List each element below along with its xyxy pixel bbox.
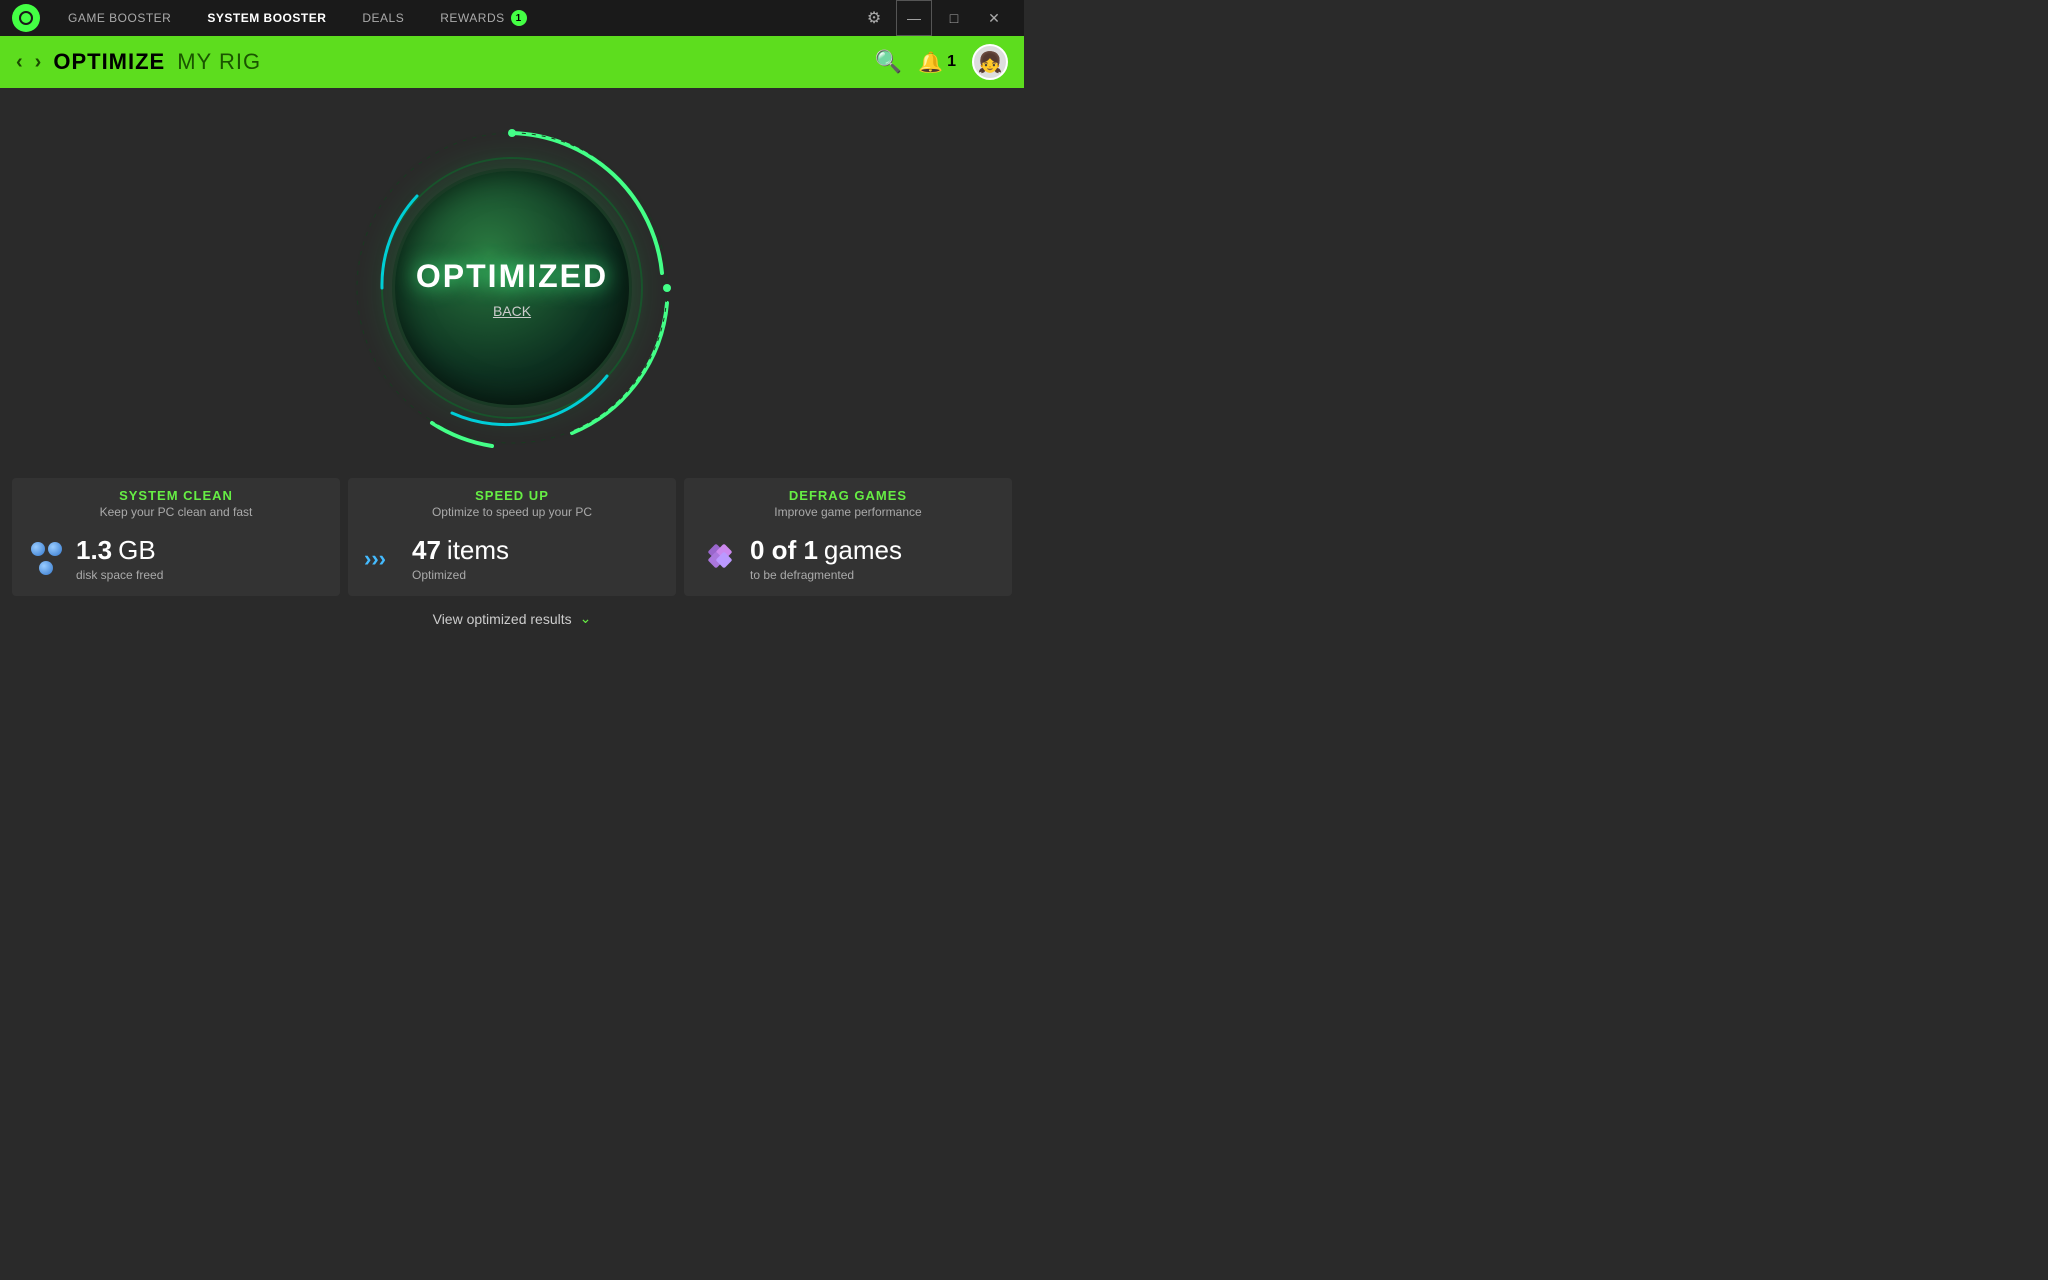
defrag-value: 0 of 1 — [750, 535, 818, 566]
speed-up-title: SPEED UP — [364, 488, 660, 503]
forward-nav-arrow[interactable]: › — [35, 51, 42, 74]
circle-dot-3 — [39, 561, 53, 575]
tab-system-booster[interactable]: SYSTEM BOOSTER — [199, 7, 334, 29]
system-clean-title: SYSTEM CLEAN — [28, 488, 324, 503]
defrag-value-area: 0 of 1 games to be defragmented — [750, 535, 902, 582]
arrows-icon: › › › — [364, 546, 400, 572]
logo-inner-circle — [19, 11, 33, 25]
stat-card-system-clean: SYSTEM CLEAN Keep your PC clean and fast — [12, 478, 340, 596]
stat-card-speed-up-header: SPEED UP Optimize to speed up your PC — [348, 478, 676, 525]
notification-count: 1 — [947, 53, 956, 71]
stat-card-system-clean-header: SYSTEM CLEAN Keep your PC clean and fast — [12, 478, 340, 525]
speed-up-value: 47 — [412, 535, 441, 566]
arrow-3: › — [379, 546, 386, 572]
system-clean-subtitle: Keep your PC clean and fast — [28, 505, 324, 519]
speed-up-subtitle: Optimize to speed up your PC — [364, 505, 660, 519]
stats-cards: SYSTEM CLEAN Keep your PC clean and fast — [12, 478, 1012, 596]
view-results-button[interactable]: View optimized results ⌄ — [12, 600, 1012, 637]
main-content: OPTIMIZED BACK SYSTEM CLEAN Keep your PC… — [0, 88, 1024, 640]
arrow-2: › — [371, 546, 378, 572]
avatar[interactable]: 👧 — [972, 44, 1008, 80]
speed-up-value-area: 47 items Optimized — [412, 535, 509, 582]
back-nav-arrow[interactable]: ‹ — [16, 51, 23, 74]
search-icon[interactable]: 🔍 — [875, 49, 902, 75]
stat-card-speed-up-body: › › › 47 items Optimized — [348, 525, 676, 596]
defrag-title: DEFRAG GAMES — [700, 488, 996, 503]
window-controls: ⚙ — □ ✕ — [856, 0, 1012, 36]
speed-up-desc: Optimized — [412, 568, 509, 582]
view-results-chevron-icon: ⌄ — [580, 610, 592, 627]
restore-button[interactable]: □ — [936, 0, 972, 36]
tab-rewards[interactable]: REWARDS 1 — [432, 6, 534, 30]
arrow-1: › — [364, 546, 371, 572]
back-link[interactable]: BACK — [493, 303, 531, 319]
breadcrumb-optimize: OPTIMIZE — [53, 49, 165, 75]
sub-header-right: 🔍 🔔 1 👧 — [875, 44, 1008, 80]
defrag-subtitle: Improve game performance — [700, 505, 996, 519]
system-clean-value-area: 1.3 GB disk space freed — [76, 535, 163, 582]
sub-header-left: ‹ › OPTIMIZE MY RIG — [16, 49, 261, 75]
breadcrumb-my-rig: MY RIG — [177, 49, 261, 75]
diamond-icon — [700, 536, 738, 581]
system-clean-value: 1.3 — [76, 535, 112, 566]
center-circle[interactable]: OPTIMIZED BACK — [392, 168, 632, 408]
sub-header: ‹ › OPTIMIZE MY RIG 🔍 🔔 1 👧 — [0, 36, 1024, 88]
circles-icon — [28, 541, 64, 577]
defrag-desc: to be defragmented — [750, 568, 902, 582]
view-results-label: View optimized results — [433, 611, 572, 627]
system-clean-unit: GB — [118, 535, 156, 566]
speed-up-unit: items — [447, 535, 509, 566]
optimized-label: OPTIMIZED — [416, 258, 608, 295]
circle-dot-2 — [48, 542, 62, 556]
close-button[interactable]: ✕ — [976, 0, 1012, 36]
stat-card-system-clean-body: 1.3 GB disk space freed — [12, 525, 340, 596]
stat-card-defrag-header: DEFRAG GAMES Improve game performance — [684, 478, 1012, 525]
system-clean-desc: disk space freed — [76, 568, 163, 582]
title-bar: GAME BOOSTER SYSTEM BOOSTER DEALS REWARD… — [0, 0, 1024, 36]
stat-card-speed-up: SPEED UP Optimize to speed up your PC › … — [348, 478, 676, 596]
app-logo — [12, 4, 40, 32]
stat-card-defrag-games: DEFRAG GAMES Improve game performance — [684, 478, 1012, 596]
tab-game-booster[interactable]: GAME BOOSTER — [60, 7, 179, 29]
settings-icon[interactable]: ⚙ — [856, 0, 892, 36]
notification-area[interactable]: 🔔 1 — [918, 50, 956, 75]
bell-icon: 🔔 — [918, 50, 943, 75]
tab-deals[interactable]: DEALS — [354, 7, 412, 29]
orbit-container: OPTIMIZED BACK — [342, 118, 682, 458]
circle-dot-1 — [31, 542, 45, 556]
defrag-unit: games — [824, 535, 902, 566]
stat-card-defrag-body: 0 of 1 games to be defragmented — [684, 525, 1012, 596]
stats-area: SYSTEM CLEAN Keep your PC clean and fast — [0, 478, 1024, 637]
rewards-badge: 1 — [511, 10, 527, 26]
title-bar-left: GAME BOOSTER SYSTEM BOOSTER DEALS REWARD… — [12, 4, 535, 32]
minimize-button[interactable]: — — [896, 0, 932, 36]
